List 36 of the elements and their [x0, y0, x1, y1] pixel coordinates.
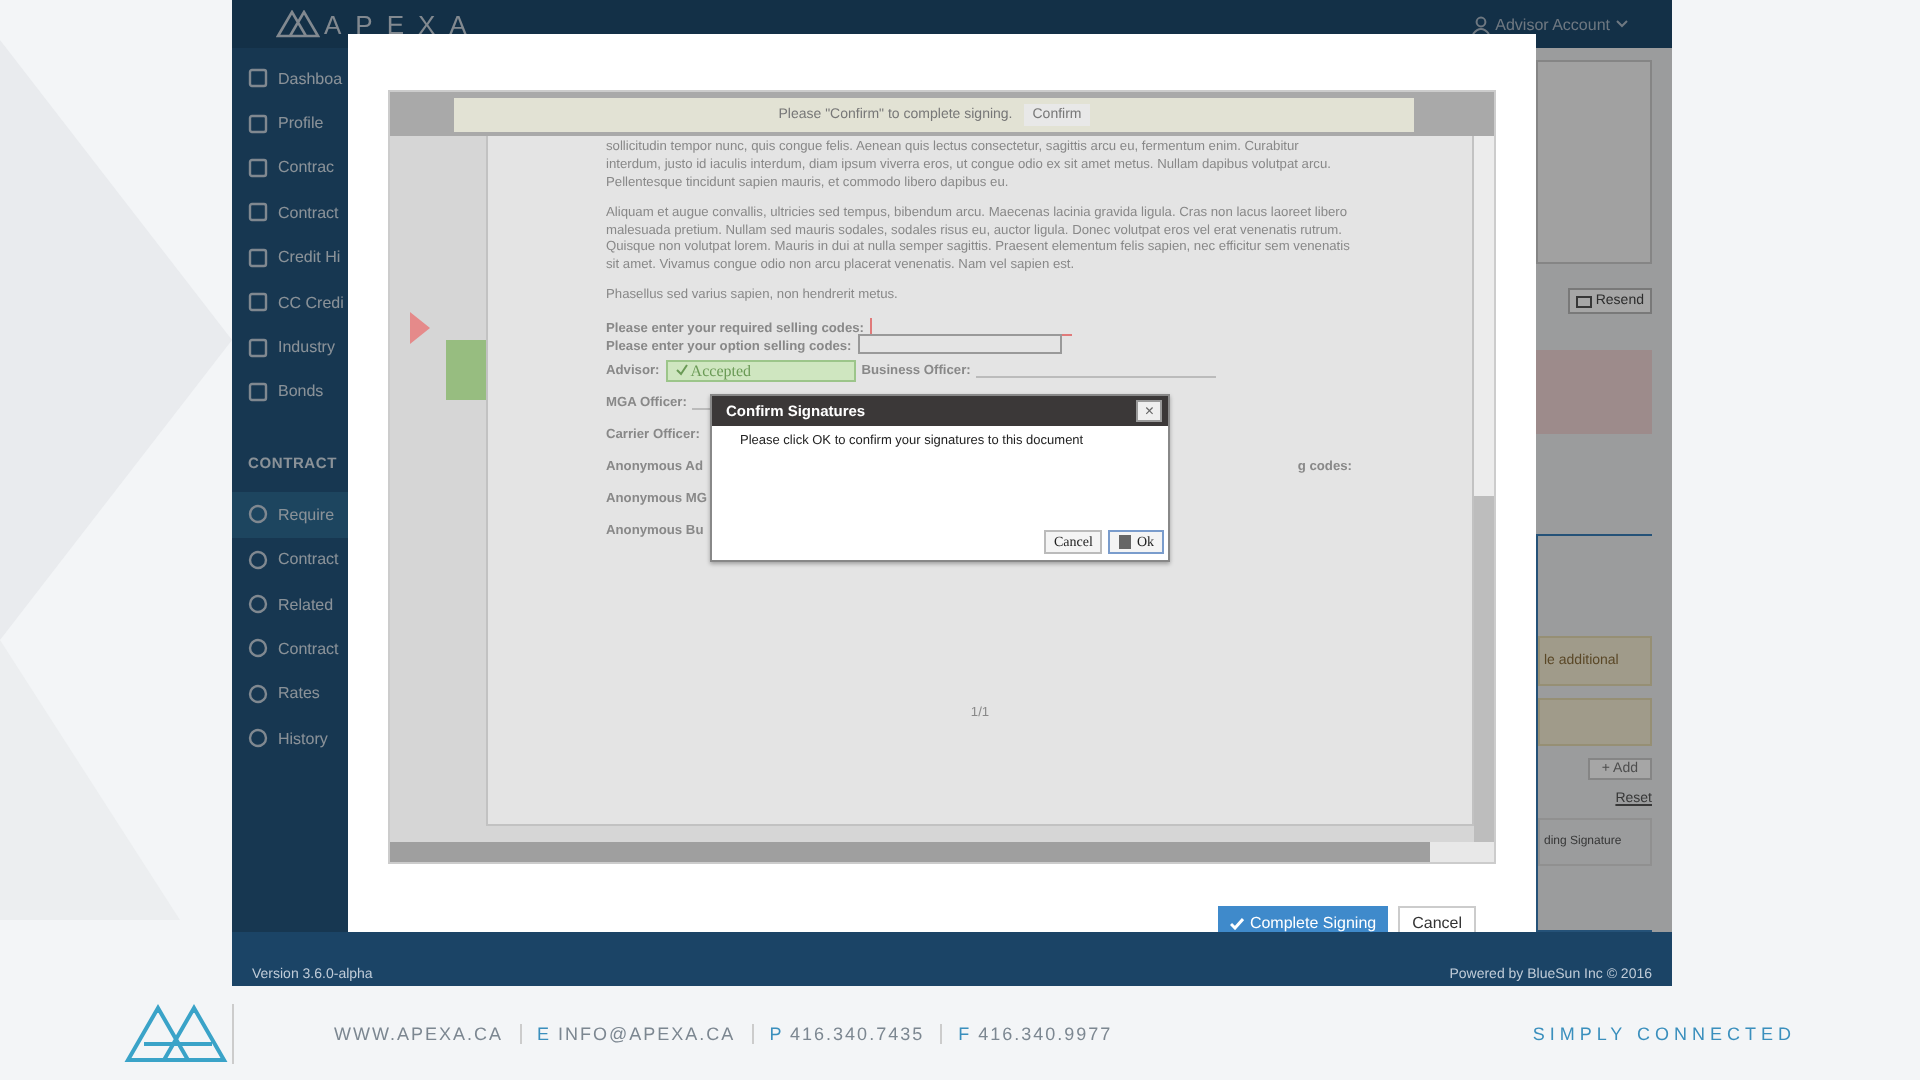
logo-icon [124, 1003, 232, 1063]
logo-text: APEXA [324, 9, 481, 39]
flag-marker-icon [410, 312, 430, 344]
sidebar-item[interactable]: Contract [232, 626, 572, 672]
sidebar-item[interactable]: Credit Hi [232, 235, 572, 280]
sidebar-item[interactable]: Contract [232, 537, 572, 582]
scrollbar[interactable] [1474, 136, 1494, 842]
account-menu[interactable]: Advisor Account [1471, 15, 1628, 33]
sidebar-item[interactable]: History [232, 716, 572, 761]
notice-panel [1538, 698, 1652, 746]
logo-icon [276, 10, 320, 38]
caret-icon [1616, 20, 1628, 28]
envelope-icon [1575, 295, 1592, 307]
signature-field[interactable]: Accepted [665, 359, 856, 382]
fax-text: F 416.340.9977 [940, 1023, 1113, 1043]
alert-panel [1536, 350, 1652, 434]
sidebar-item[interactable]: Related [232, 581, 572, 627]
sidebar-item[interactable]: Bonds [232, 369, 572, 415]
scrollbar[interactable] [390, 842, 1494, 862]
document-icon [1118, 534, 1133, 550]
check-icon [1229, 917, 1244, 929]
sidebar-item[interactable]: Profile [232, 100, 572, 146]
sidebar-item[interactable]: Contract [232, 190, 572, 236]
email-text: E INFO@APEXA.CA [519, 1023, 736, 1043]
sidebar-item[interactable]: Dashboa [232, 56, 572, 101]
sidebar-item[interactable]: Rates [232, 671, 572, 717]
input-field[interactable] [857, 334, 1062, 355]
website-text: WWW.APEXA.CA [334, 1023, 504, 1043]
input-field[interactable] [870, 318, 1072, 337]
check-icon [675, 363, 688, 376]
sidebar-item[interactable]: Contrac [232, 145, 572, 191]
close-button[interactable]: × [1136, 400, 1162, 422]
sidebar-item[interactable]: Industry [232, 324, 572, 370]
sidebar-item[interactable]: CC Credi [232, 279, 572, 325]
tagline-text: SIMPLY CONNECTED [1532, 1023, 1796, 1043]
phone-text: P 416.340.7435 [751, 1023, 925, 1043]
